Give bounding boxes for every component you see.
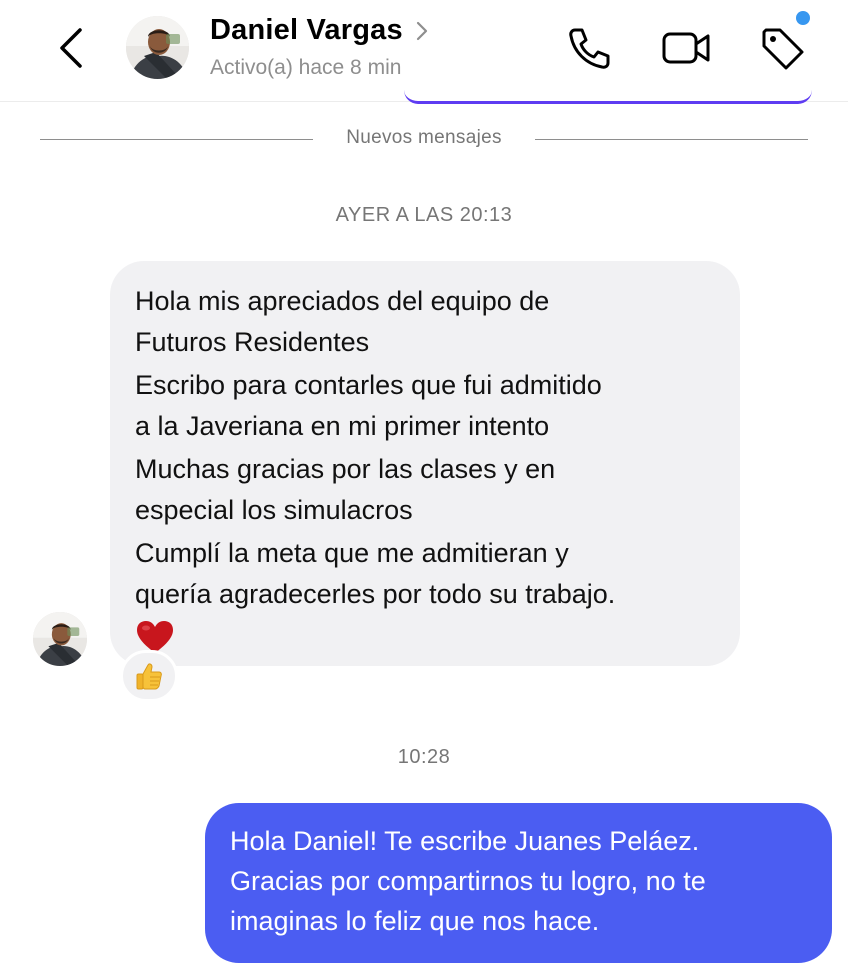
back-button[interactable] [52,26,92,70]
message-line: imaginas lo feliz que nos hace. [230,906,600,936]
message-line: Muchas gracias por las clases y en [135,454,556,484]
call-button[interactable] [566,24,614,72]
thumbs-up-icon [136,663,162,690]
incoming-message-bubble[interactable]: Hola mis apreciados del equipo de Futuro… [110,261,740,666]
back-chevron-icon [60,28,82,68]
message-line: Gracias por compartirnos tu logro, no te [230,866,706,896]
contact-name-button[interactable]: Daniel Vargas [210,14,429,47]
notification-dot [796,11,810,25]
divider-line-right [535,139,808,140]
new-messages-divider: Nuevos mensajes [40,127,808,151]
tag-button[interactable] [758,24,806,72]
message-line: Hola Daniel! Te escribe Juanes Peláez. [230,826,700,856]
message-line: Futuros Residentes [135,327,370,357]
message-timestamp: 10:28 [397,746,451,768]
phone-icon [569,28,610,69]
message-line: a la Javeriana en mi primer intento [135,411,550,441]
video-camera-icon [662,32,710,64]
message-line: Escribo para contarles que fui admitido [135,370,602,400]
contact-status: Activo(a) hace 8 min [210,56,402,79]
message-line: especial los simulacros [135,495,413,525]
message-line: quería agradecerles por todo su trabajo. [135,579,616,609]
message-reaction[interactable] [120,650,178,702]
chevron-right-icon [416,21,427,40]
video-call-button[interactable] [660,24,710,72]
chat-header: Daniel Vargas Activo(a) hace 8 min [0,0,848,102]
divider-label: Nuevos mensajes [346,127,502,148]
message-line: Cumplí la meta que me admitieran y [135,538,569,568]
message-line: Hola mis apreciados del equipo de [135,286,550,316]
contact-name: Daniel Vargas [210,14,403,46]
sender-avatar[interactable] [33,612,87,666]
avatar-photo [126,16,189,79]
tag-icon [762,28,804,70]
outgoing-message-bubble[interactable]: Hola Daniel! Te escribe Juanes Peláez. G… [205,803,832,963]
contact-avatar[interactable] [126,16,189,79]
avatar-photo [33,612,87,666]
previous-message-bubble-edge [404,90,812,104]
message-timestamp: AYER A LAS 20:13 [335,204,513,226]
